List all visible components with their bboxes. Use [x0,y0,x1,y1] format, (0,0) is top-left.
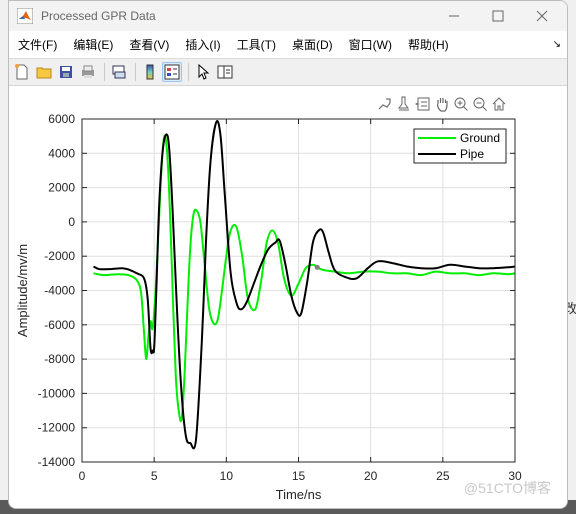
link-plot-icon [112,65,126,79]
y-tick-label: -2000 [44,249,75,263]
save-icon [60,66,72,78]
y-axis-label: Amplitude/mv/m [15,244,30,337]
legend-icon [164,64,180,80]
pointer-icon [198,64,210,80]
minimize-button[interactable] [432,1,476,31]
minimize-icon [449,15,459,17]
y-tick-label: -4000 [44,284,75,298]
x-axis-label: Time/ns [276,487,322,502]
new-file-icon [15,64,28,80]
menu-bar: 文件(F) 编辑(E) 查看(V) 插入(I) 工具(T) 桌面(D) 窗口(W… [9,31,567,59]
menu-view[interactable]: 查看(V) [129,36,169,53]
property-inspector-button[interactable] [215,62,235,82]
new-figure-button[interactable] [12,62,32,82]
x-tick-label: 20 [364,469,378,483]
property-inspector-icon [217,65,233,79]
colorbar-icon [146,64,154,80]
x-tick-label: 5 [151,469,158,483]
legend-label-ground: Ground [460,131,500,145]
y-tick-label: 4000 [48,146,75,160]
printer-icon [82,65,94,78]
x-tick-label: 10 [220,469,234,483]
figure-window: Processed GPR Data 文件(F) 编辑(E) 查看(V) 插入(… [8,0,568,509]
y-tick-label: -6000 [44,318,75,332]
menu-file[interactable]: 文件(F) [18,36,57,53]
menu-window[interactable]: 窗口(W) [349,36,392,53]
toolbar-separator [104,63,105,81]
close-button[interactable] [520,1,564,31]
maximize-icon [492,10,504,22]
toolbar-separator [188,63,189,81]
x-tick-label: 15 [292,469,306,483]
folder-icon [36,67,52,79]
toolbar-separator [135,63,136,81]
menu-help[interactable]: 帮助(H) [408,36,449,53]
link-plot-button[interactable] [109,62,129,82]
y-tick-label: 6000 [48,112,75,126]
legend[interactable]: Ground Pipe [413,128,507,164]
close-icon [536,10,548,22]
legend-label-pipe: Pipe [460,147,484,161]
menu-tools[interactable]: 工具(T) [237,36,276,53]
legend-button[interactable] [162,62,182,82]
x-tick-label: 0 [79,469,86,483]
menu-edit[interactable]: 编辑(E) [73,36,113,53]
watermark: @51CTO博客 [463,480,551,496]
y-tick-label: -14000 [38,455,76,469]
y-tick-label: 2000 [48,181,75,195]
figure-canvas: 0 5 10 15 20 25 30 6000 4000 2000 0 -2000 -4000 -6000… [9,86,567,508]
plot-series [93,120,516,450]
menu-insert[interactable]: 插入(I) [185,36,220,53]
colorbar-button[interactable] [140,62,160,82]
save-button[interactable] [56,62,76,82]
x-tick-label: 25 [436,469,450,483]
y-tick-label: -12000 [38,421,76,435]
figure-toolbar [9,59,567,86]
pointer-button[interactable] [193,62,213,82]
y-tick-label: 0 [68,215,75,229]
print-button[interactable] [78,62,98,82]
y-tick-label: -8000 [44,352,75,366]
menu-desktop[interactable]: 桌面(D) [292,36,333,53]
y-tick-label: -10000 [38,386,76,400]
window-title: Processed GPR Data [41,9,156,23]
maximize-button[interactable] [476,1,520,31]
data-marker [314,264,320,270]
line-chart: 0 5 10 15 20 25 306000400020000-2000-4000-6000… [15,112,522,502]
title-bar: Processed GPR Data [9,1,567,31]
series-line-pipe [93,120,516,450]
menu-dock-arrow-icon[interactable]: ↘ [553,39,561,50]
open-file-button[interactable] [34,62,54,82]
matlab-icon [17,8,33,24]
